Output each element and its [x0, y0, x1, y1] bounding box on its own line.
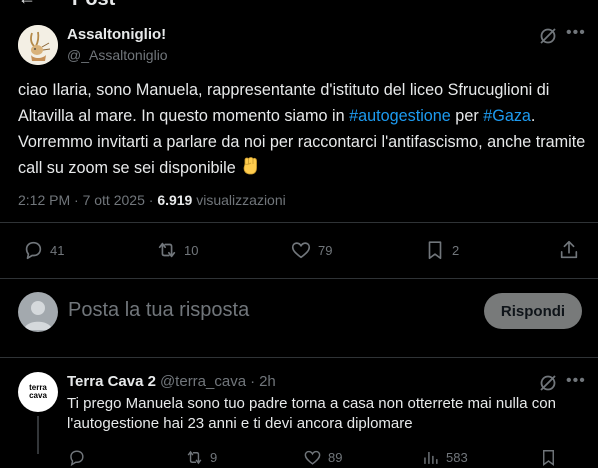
repost-icon	[187, 450, 202, 465]
comment-author-name[interactable]: Terra Cava 2	[67, 373, 156, 390]
page-title: Post	[72, 0, 115, 11]
post-meta: 2:12 PM · 7 ott 2025 · 6.919 visualizzaz…	[18, 192, 286, 208]
author-name[interactable]: Assaltoniglio!	[67, 26, 166, 43]
comment-repost-count: 9	[210, 450, 218, 465]
arrow-left-icon[interactable]: ←	[18, 0, 36, 9]
more-options-icon[interactable]: •••	[566, 372, 586, 390]
hashtag-link[interactable]: #autogestione	[349, 107, 451, 125]
more-options-icon[interactable]: •••	[566, 24, 586, 42]
thread-line	[37, 416, 39, 454]
repost-button[interactable]: 10	[156, 239, 198, 261]
top-bar: ← Post	[0, 0, 598, 11]
hashtag-link[interactable]: #Gaza	[483, 107, 531, 125]
avatar[interactable]	[18, 25, 58, 65]
heart-icon	[291, 242, 311, 259]
like-button[interactable]: 79	[290, 239, 332, 261]
avatar[interactable]: terra cava	[18, 372, 58, 412]
repost-count: 10	[184, 242, 199, 258]
divider	[0, 357, 598, 358]
reply-count: 41	[50, 242, 65, 258]
grok-icon[interactable]	[538, 26, 558, 46]
comment-time[interactable]: 2h	[259, 373, 276, 390]
action-bar: 41 10 79 2	[0, 239, 598, 263]
reply-icon	[70, 450, 84, 467]
views-label: visualizzazioni	[192, 192, 286, 208]
views-icon	[424, 451, 438, 464]
divider	[0, 222, 598, 223]
bookmark-count: 2	[452, 242, 460, 258]
divider	[0, 278, 598, 279]
comment-reply-button[interactable]	[67, 448, 86, 467]
share-icon	[560, 240, 578, 259]
raised-fist-icon	[240, 155, 260, 185]
grok-icon[interactable]	[538, 373, 558, 393]
heart-icon	[304, 450, 321, 465]
reply-submit-button[interactable]: Rispondi	[484, 293, 582, 329]
like-count: 79	[318, 242, 333, 258]
reply-input[interactable]	[68, 299, 468, 322]
bookmark-icon	[543, 450, 554, 467]
comment-views-button[interactable]: 583	[421, 448, 468, 467]
comment-views-count: 583	[446, 450, 468, 465]
reply-icon	[25, 241, 42, 260]
avatar-text: cava	[29, 391, 47, 400]
post-text: ciao Ilaria, sono Manuela, rappresentant…	[18, 77, 588, 185]
comment-bookmark-button[interactable]	[539, 448, 558, 467]
comment-author-handle[interactable]: @terra_cava	[160, 373, 246, 390]
views-count: 6.919	[157, 192, 193, 208]
timestamp[interactable]: 2:12 PM · 7 ott 2025	[18, 192, 145, 208]
bookmark-button[interactable]: 2	[424, 239, 459, 261]
comment-separator: ·	[250, 373, 256, 390]
repost-icon	[158, 242, 176, 258]
comment-repost-button[interactable]: 9	[185, 448, 217, 467]
comment-like-count: 89	[328, 450, 343, 465]
rabbit-drawing-icon	[18, 25, 58, 65]
comment-text: Ti prego Manuela sono tuo padre torna a …	[67, 395, 556, 432]
post-text-part: per	[450, 107, 484, 125]
share-button[interactable]	[558, 239, 580, 261]
comment-like-button[interactable]: 89	[303, 448, 342, 467]
avatar	[18, 292, 58, 332]
bookmark-icon	[428, 241, 442, 260]
author-handle[interactable]: @_Assaltoniglio	[67, 47, 168, 63]
comment-header: Terra Cava 2 @terra_cava · 2h	[67, 373, 276, 390]
comment-action-bar: 9 89 583	[67, 448, 587, 468]
reply-button[interactable]: 41	[22, 239, 64, 261]
